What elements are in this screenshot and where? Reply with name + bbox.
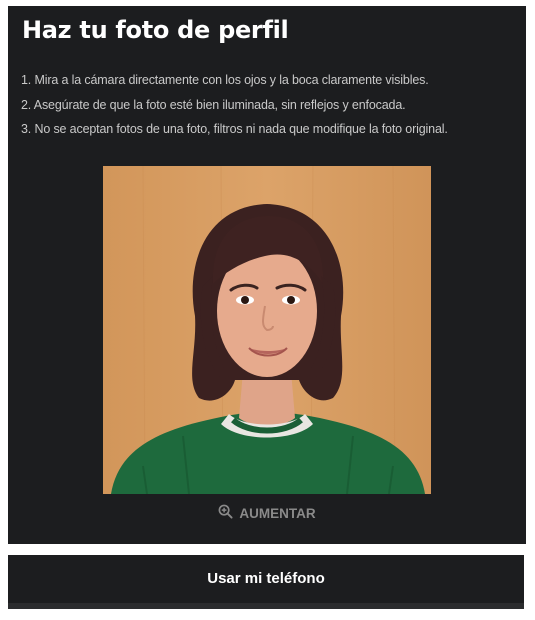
instruction-item: 3. No se aceptan fotos de una foto, filt… [21, 122, 448, 136]
instruction-item: 1. Mira a la cámara directamente con los… [21, 73, 429, 87]
portrait-illustration [103, 166, 431, 494]
zoom-label: AUMENTAR [239, 505, 316, 521]
page-title: Haz tu foto de perfil [22, 16, 289, 44]
instructions-list: 1. Mira a la cámara directamente con los… [21, 68, 448, 142]
use-my-phone-button[interactable]: Usar mi teléfono [8, 555, 524, 609]
profile-photo-panel: Haz tu foto de perfil 1. Mira a la cámar… [8, 6, 526, 544]
instruction-item: 2. Asegúrate de que la foto esté bien il… [21, 97, 406, 112]
profile-photo-example [103, 166, 431, 494]
zoom-in-icon [218, 504, 233, 522]
zoom-button[interactable]: AUMENTAR [8, 504, 526, 522]
